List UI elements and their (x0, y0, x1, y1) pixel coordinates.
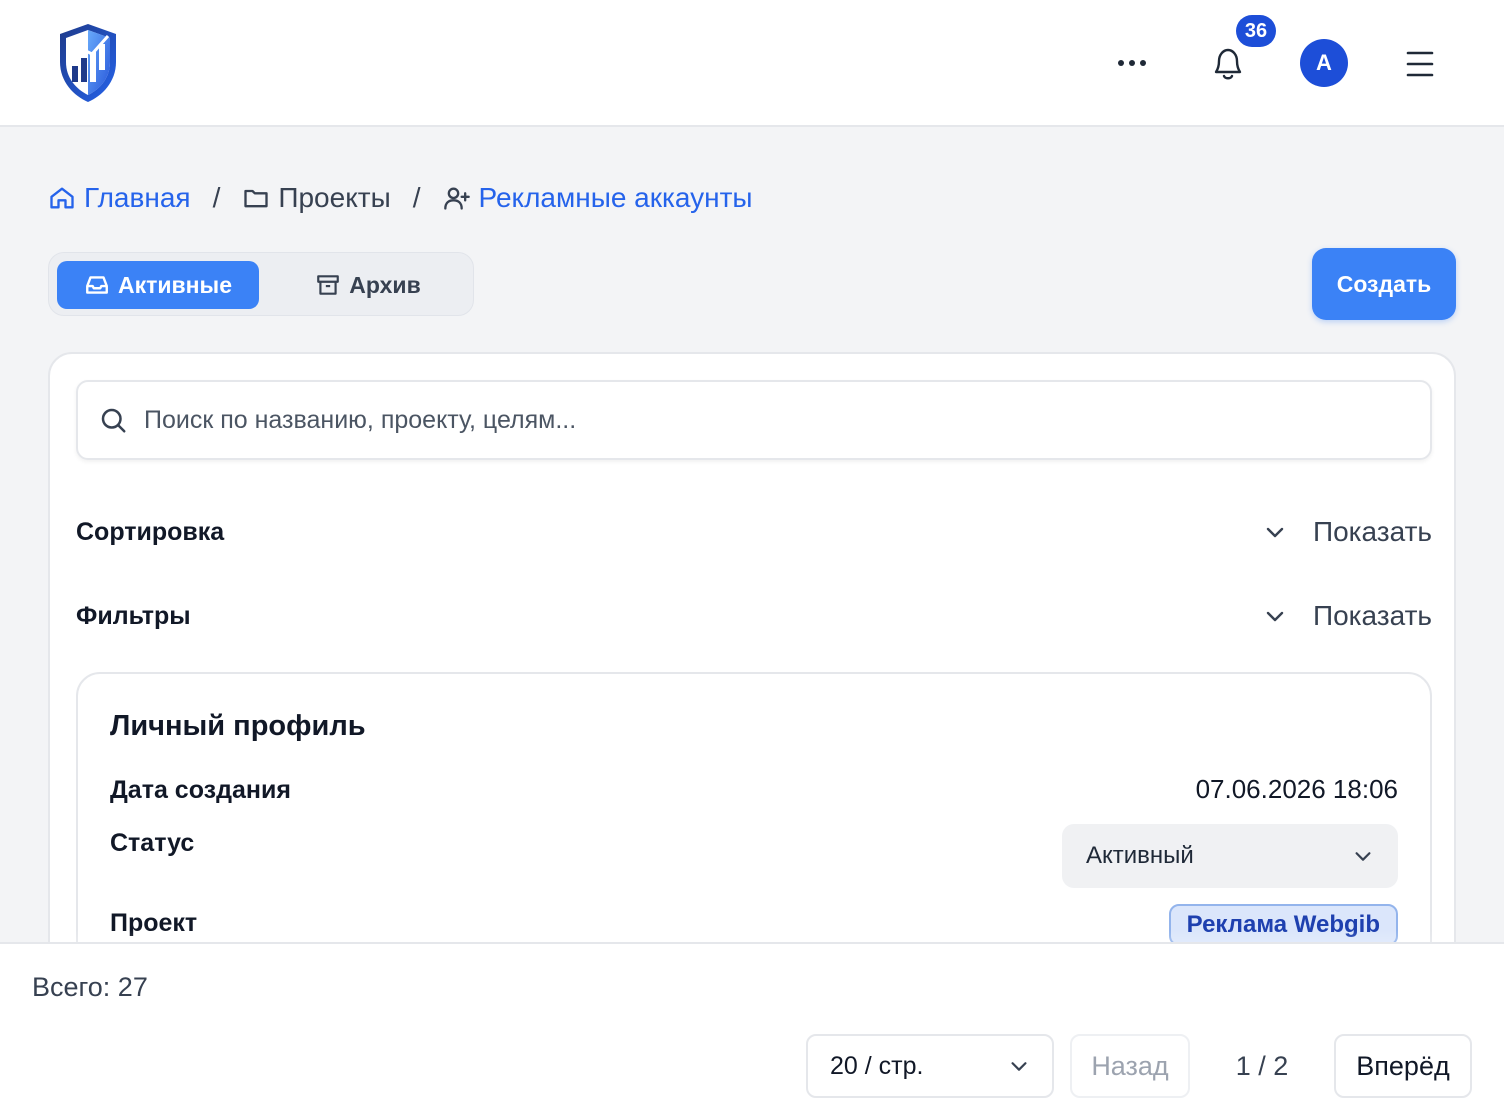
breadcrumb-label: Проекты (278, 182, 391, 213)
inbox-icon (86, 276, 108, 294)
sort-label: Сортировка (76, 517, 225, 546)
tab-label: Архив (349, 271, 421, 298)
breadcrumb: Главная / Проекты / Рекламные аккаунты (48, 178, 753, 218)
per-page-select[interactable]: 20 / стр. (806, 1034, 1054, 1098)
tab-label: Активные (118, 271, 232, 298)
user-plus-icon (443, 187, 470, 210)
prev-button[interactable]: Назад (1070, 1034, 1190, 1098)
search-input[interactable] (144, 405, 1344, 435)
tab-archive[interactable]: Архив (293, 261, 443, 309)
archive-icon (317, 275, 340, 295)
more-icon[interactable] (1112, 48, 1152, 78)
page-indicator: 1 / 2 (1235, 1050, 1289, 1081)
search-icon (101, 408, 126, 433)
folder-icon (244, 189, 269, 208)
tab-active[interactable]: Активные (57, 261, 259, 309)
status-label: Статус (110, 829, 195, 857)
next-button[interactable]: Вперёд (1334, 1034, 1472, 1098)
chevron-down-icon (1011, 1062, 1027, 1071)
sort-section: Сортировка Показать (76, 512, 1432, 552)
breadcrumb-projects[interactable]: Проекты (242, 182, 391, 214)
pagination-footer: Всего: 27 20 / стр. Назад 1 / 2 Вперёд (0, 942, 1504, 1120)
status-select[interactable]: Активный (1062, 824, 1398, 888)
create-button[interactable]: Создать (1312, 248, 1456, 320)
show-label: Показать (1312, 516, 1432, 547)
chevron-down-icon (1266, 527, 1284, 538)
total-count: Всего: 27 (32, 972, 148, 1002)
created-label: Дата создания (110, 776, 291, 804)
chevron-down-icon (1266, 611, 1284, 622)
breadcrumb-home[interactable]: Главная (48, 182, 191, 214)
breadcrumb-separator: / (212, 182, 221, 213)
bell-icon[interactable] (1206, 42, 1250, 86)
project-label: Проект (110, 909, 198, 937)
breadcrumb-separator: / (412, 182, 421, 213)
hamburger-icon[interactable] (1404, 50, 1436, 78)
chevron-down-icon (1355, 852, 1371, 861)
sort-show-toggle[interactable]: Показать (1263, 516, 1432, 548)
per-page-value: 20 / стр. (830, 1051, 924, 1080)
project-tag[interactable]: Реклама Webgib (1168, 904, 1398, 946)
filters-show-toggle[interactable]: Показать (1263, 600, 1432, 632)
created-value: 07.06.2026 18:06 (1195, 774, 1398, 804)
status-value: Активный (1086, 842, 1194, 869)
filters-section: Фильтры Показать (76, 596, 1432, 636)
user-avatar[interactable]: A (1300, 39, 1348, 87)
accounts-card: Сортировка Показать Фильтры Показать Лич… (48, 352, 1456, 992)
top-header: 36 A (0, 0, 1504, 127)
search-box[interactable] (76, 380, 1432, 460)
home-icon (50, 187, 74, 209)
shield-chart-logo[interactable] (56, 22, 120, 104)
breadcrumb-label: Главная (84, 182, 191, 213)
account-title: Личный профиль (110, 710, 366, 742)
notification-badge[interactable]: 36 (1236, 15, 1276, 47)
breadcrumb-ad-accounts[interactable]: Рекламные аккаунты (443, 182, 753, 214)
breadcrumb-label: Рекламные аккаунты (478, 182, 753, 213)
filters-label: Фильтры (76, 601, 191, 630)
show-label: Показать (1312, 600, 1432, 631)
tabs-segmented: Активные Архив (48, 252, 474, 316)
